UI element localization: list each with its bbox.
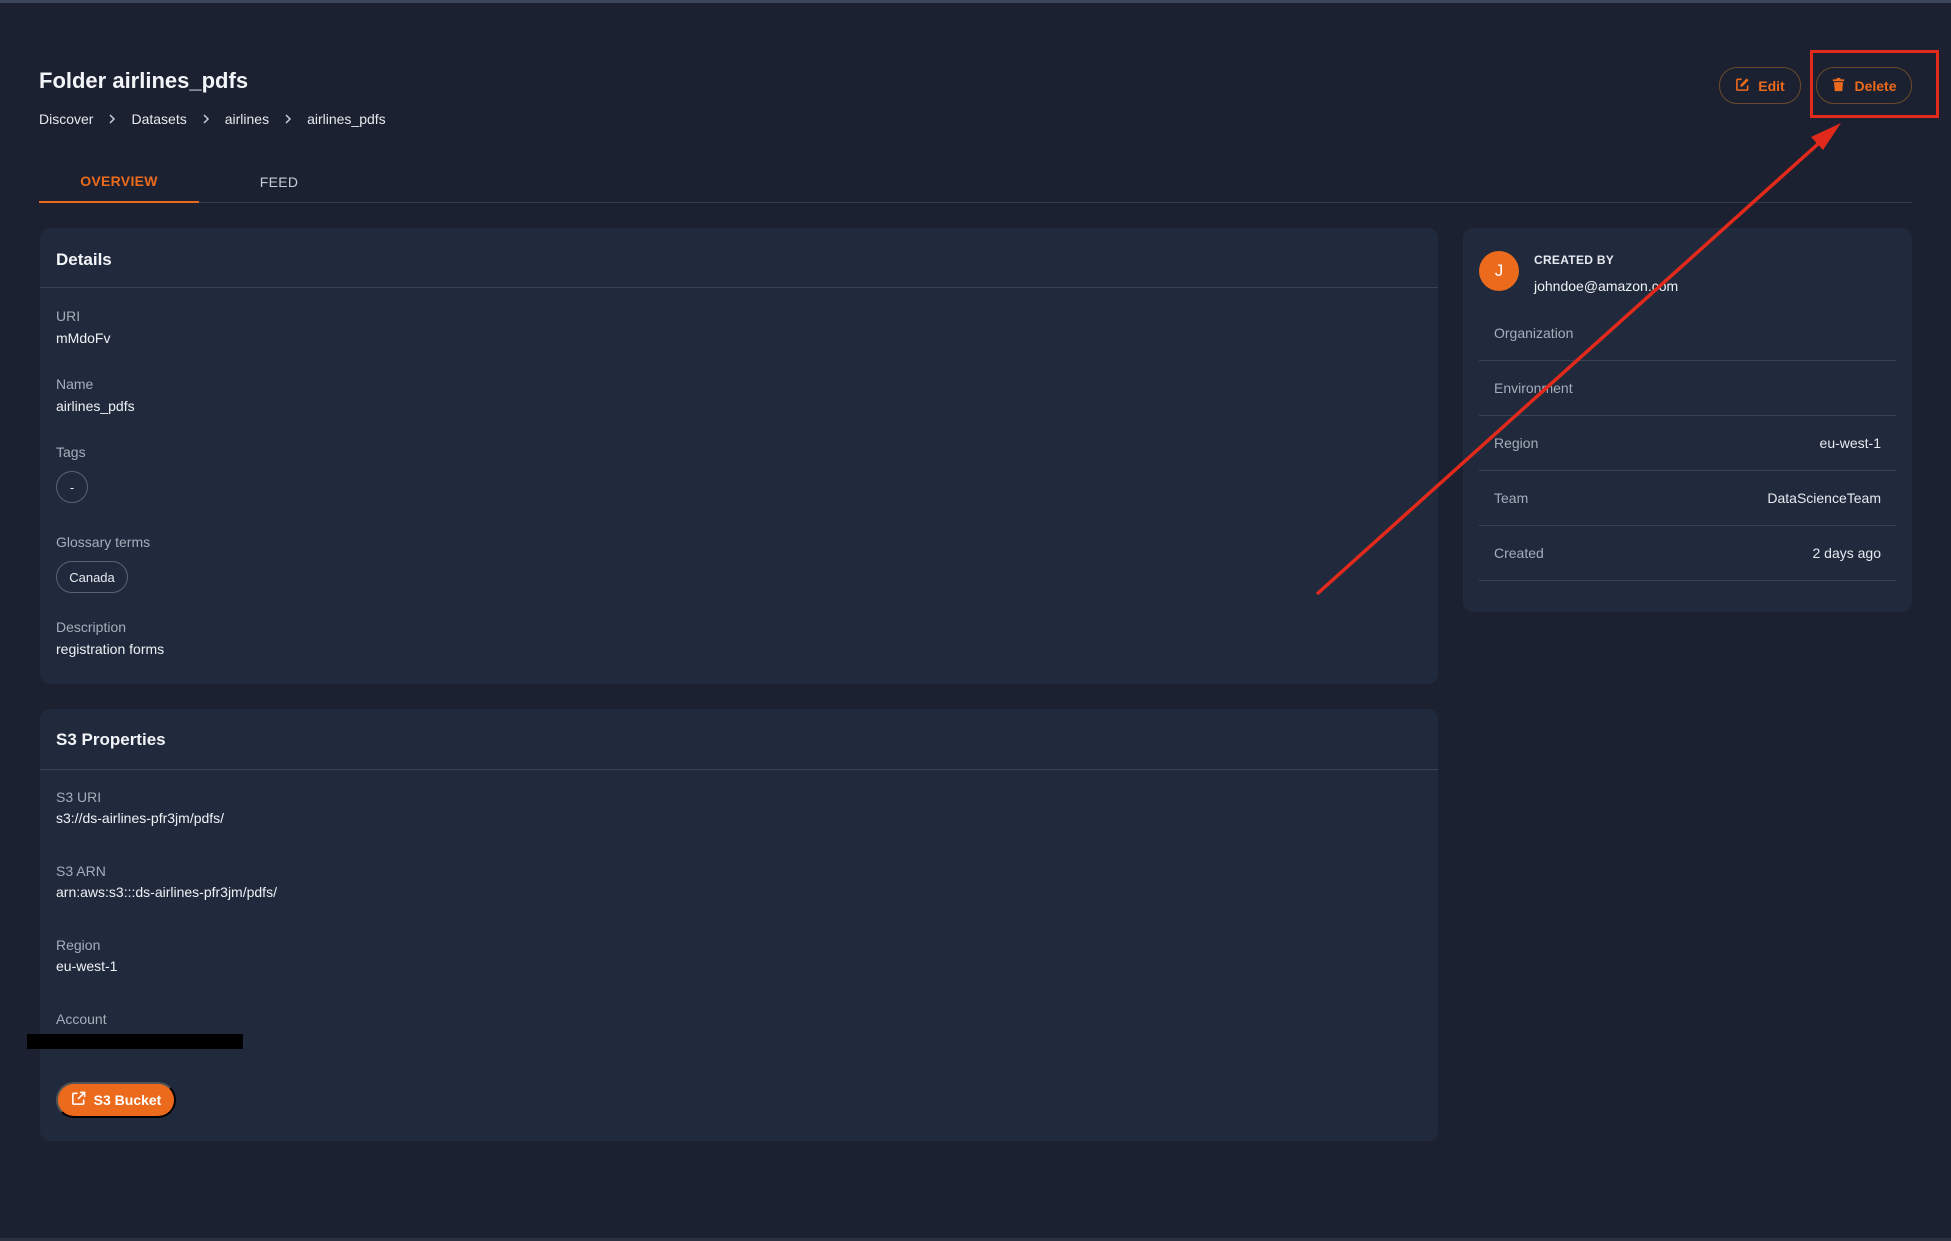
s3-arn-value: arn:aws:s3:::ds-airlines-pfr3jm/pdfs/ <box>56 884 277 900</box>
tag-chip: - <box>56 471 88 503</box>
meta-row-created: Created 2 days ago <box>1479 526 1896 581</box>
meta-value: DataScienceTeam <box>1767 490 1881 506</box>
meta-key: Environment <box>1494 380 1573 396</box>
edit-icon <box>1735 77 1750 95</box>
s3-region-value: eu-west-1 <box>56 958 118 974</box>
chevron-right-icon <box>269 114 307 124</box>
meta-row-organization: Organization <box>1479 306 1896 361</box>
glossary-terms-label: Glossary terms <box>56 534 151 550</box>
account-label: Account <box>56 1011 107 1027</box>
meta-row-team: Team DataScienceTeam <box>1479 471 1896 526</box>
s3-arn-label: S3 ARN <box>56 863 106 879</box>
edit-button-label: Edit <box>1758 77 1785 94</box>
s3-uri-label: S3 URI <box>56 789 102 805</box>
meta-row-environment: Environment <box>1479 361 1896 416</box>
s3-bucket-button[interactable]: S3 Bucket <box>56 1082 176 1118</box>
top-border <box>0 0 1951 3</box>
metadata-card: J CREATED BY johndoe@amazon.com Organiza… <box>1463 228 1912 612</box>
meta-key: Region <box>1494 435 1539 451</box>
chevron-right-icon <box>93 114 131 124</box>
meta-row-region: Region eu-west-1 <box>1479 416 1896 471</box>
annotation-highlight-box <box>1810 50 1939 118</box>
meta-key: Organization <box>1494 325 1574 341</box>
breadcrumb-airlines[interactable]: airlines <box>225 111 269 127</box>
page-title: Folder airlines_pdfs <box>39 68 249 93</box>
s3-properties-title: S3 Properties <box>40 709 1438 770</box>
s3-region-label: Region <box>56 937 101 953</box>
glossary-term-chip[interactable]: Canada <box>56 561 128 593</box>
meta-value: eu-west-1 <box>1819 435 1881 451</box>
breadcrumb: Discover Datasets airlines airlines_pdfs <box>39 111 386 127</box>
account-value-redacted <box>27 1034 243 1049</box>
created-by-value: johndoe@amazon.com <box>1534 278 1679 294</box>
details-title: Details <box>40 228 1438 288</box>
created-by-label: CREATED BY <box>1534 253 1615 267</box>
breadcrumb-current: airlines_pdfs <box>307 111 386 127</box>
description-value: registration forms <box>56 641 165 657</box>
s3-properties-card: S3 Properties S3 URI s3://ds-airlines-pf… <box>27 709 1438 1141</box>
external-link-icon <box>71 1091 86 1109</box>
uri-value: mMdoFv <box>56 330 111 346</box>
tab-overview[interactable]: OVERVIEW <box>39 160 199 203</box>
meta-key: Team <box>1494 490 1529 506</box>
uri-label: URI <box>56 308 81 324</box>
meta-value: 2 days ago <box>1812 545 1882 561</box>
chevron-right-icon <box>187 114 225 124</box>
details-card: Details URI mMdoFv Name airlines_pdfs Ta… <box>40 228 1438 684</box>
breadcrumb-datasets[interactable]: Datasets <box>131 111 186 127</box>
tab-feed[interactable]: FEED <box>199 160 359 203</box>
meta-key: Created <box>1494 545 1544 561</box>
tags-label: Tags <box>56 444 86 460</box>
description-label: Description <box>56 619 127 635</box>
s3-bucket-button-label: S3 Bucket <box>93 1092 162 1108</box>
name-value: airlines_pdfs <box>56 398 135 414</box>
avatar: J <box>1479 251 1519 291</box>
name-label: Name <box>56 376 94 392</box>
s3-uri-value: s3://ds-airlines-pfr3jm/pdfs/ <box>56 810 225 826</box>
breadcrumb-discover[interactable]: Discover <box>39 111 93 127</box>
tab-bar: OVERVIEW FEED <box>39 160 1912 203</box>
edit-button[interactable]: Edit <box>1719 67 1801 104</box>
